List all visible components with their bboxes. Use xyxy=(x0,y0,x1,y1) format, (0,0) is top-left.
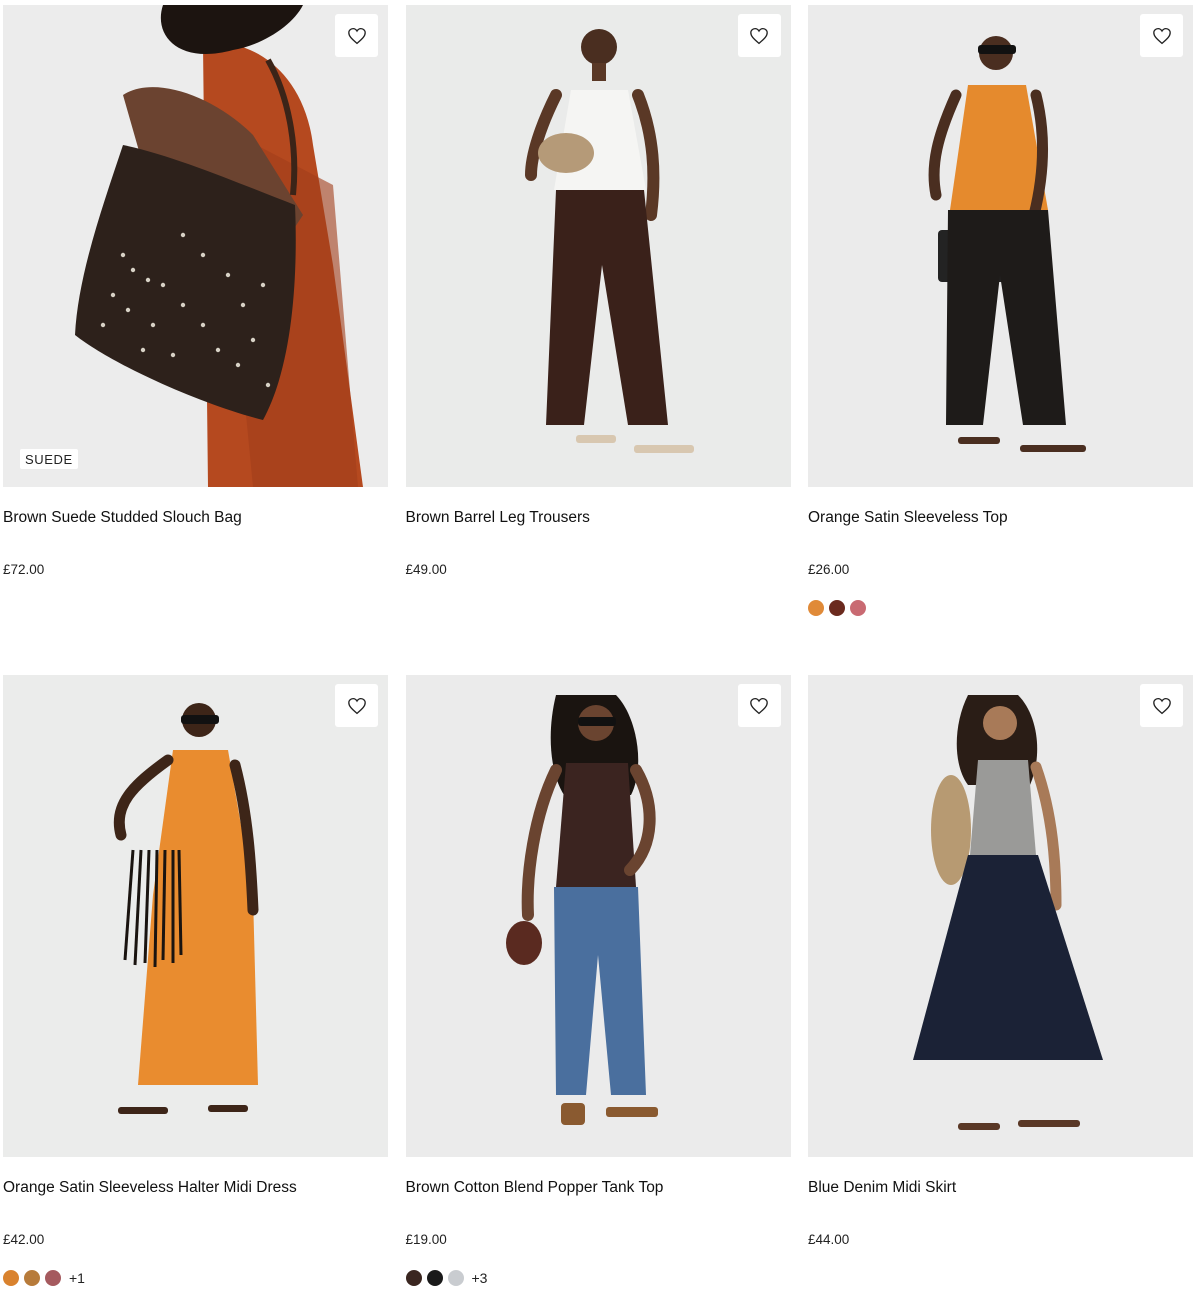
product-title[interactable]: Brown Barrel Leg Trousers xyxy=(406,508,791,528)
color-swatches: +1 xyxy=(3,1269,388,1287)
heart-icon xyxy=(347,697,366,714)
heart-icon xyxy=(750,697,768,714)
product-title[interactable]: Orange Satin Sleeveless Top xyxy=(808,508,1193,528)
product-photo-bag xyxy=(3,5,388,487)
product-image[interactable] xyxy=(405,675,791,1157)
product-price: £26.00 xyxy=(808,562,850,577)
heart-icon xyxy=(1152,27,1171,44)
product-image[interactable] xyxy=(808,675,1193,1157)
color-swatch[interactable] xyxy=(447,1270,464,1286)
product-card[interactable]: Brown Barrel Leg Trousers £49.00 xyxy=(405,5,791,675)
product-image[interactable]: SUEDE xyxy=(3,5,388,487)
product-title[interactable]: Brown Cotton Blend Popper Tank Top xyxy=(406,1178,791,1198)
product-price: £42.00 xyxy=(3,1232,45,1247)
more-colors-link[interactable]: +3 xyxy=(472,1270,488,1286)
product-photo-skirt xyxy=(808,675,1193,1157)
wishlist-button[interactable] xyxy=(737,684,781,727)
product-title[interactable]: Brown Suede Studded Slouch Bag xyxy=(3,508,388,528)
color-swatches: +3 xyxy=(405,1269,791,1287)
product-image[interactable] xyxy=(808,5,1193,487)
wishlist-button[interactable] xyxy=(1140,14,1183,57)
wishlist-button[interactable] xyxy=(1140,684,1183,727)
product-photo-trousers xyxy=(405,5,791,487)
heart-icon xyxy=(1152,697,1171,714)
product-photo-tank xyxy=(405,675,791,1157)
product-image[interactable] xyxy=(405,5,791,487)
color-swatch[interactable] xyxy=(426,1270,443,1286)
heart-icon xyxy=(750,27,768,44)
product-card[interactable]: Orange Satin Sleeveless Halter Midi Dres… xyxy=(3,675,388,1295)
color-swatches xyxy=(808,599,1193,617)
color-swatch[interactable] xyxy=(850,600,866,616)
product-card[interactable]: SUEDE Brown Suede Studded Slouch Bag £72… xyxy=(3,5,388,675)
product-image[interactable] xyxy=(3,675,388,1157)
color-swatch[interactable] xyxy=(829,600,845,616)
more-colors-link[interactable]: +1 xyxy=(69,1270,85,1286)
color-swatch[interactable] xyxy=(45,1270,61,1286)
product-title[interactable]: Orange Satin Sleeveless Halter Midi Dres… xyxy=(3,1178,388,1198)
color-swatch[interactable] xyxy=(24,1270,40,1286)
product-card[interactable]: Blue Denim Midi Skirt £44.00 xyxy=(808,675,1193,1295)
wishlist-button[interactable] xyxy=(335,684,378,727)
product-price: £72.00 xyxy=(3,562,45,577)
product-price: £49.00 xyxy=(405,562,447,577)
color-swatch[interactable] xyxy=(405,1270,422,1286)
material-badge: SUEDE xyxy=(20,449,78,469)
product-photo-top xyxy=(808,5,1193,487)
product-card[interactable]: Brown Cotton Blend Popper Tank Top £19.0… xyxy=(405,675,791,1295)
heart-icon xyxy=(347,27,366,44)
product-price: £44.00 xyxy=(808,1232,850,1247)
wishlist-button[interactable] xyxy=(335,14,378,57)
product-photo-dress xyxy=(3,675,388,1157)
product-grid: SUEDE Brown Suede Studded Slouch Bag £72… xyxy=(3,5,1193,1295)
product-price: £19.00 xyxy=(405,1232,447,1247)
product-title[interactable]: Blue Denim Midi Skirt xyxy=(808,1178,1193,1198)
wishlist-button[interactable] xyxy=(737,14,781,57)
product-card[interactable]: Orange Satin Sleeveless Top £26.00 xyxy=(808,5,1193,675)
color-swatch[interactable] xyxy=(3,1270,19,1286)
color-swatch[interactable] xyxy=(808,600,824,616)
